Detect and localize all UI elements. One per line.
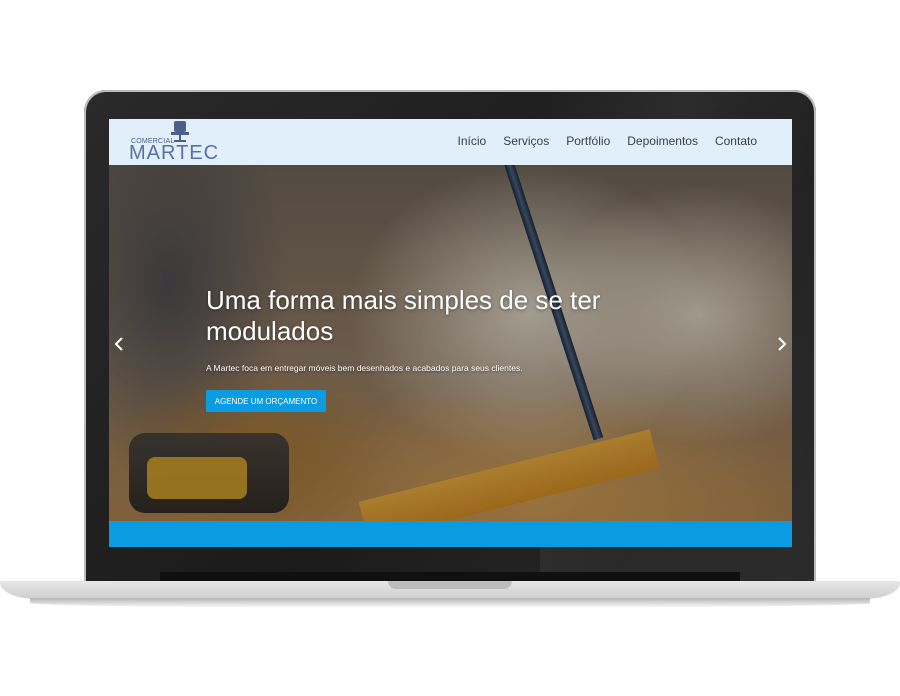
nav-link-portfolio[interactable]: Portfólio: [566, 134, 610, 148]
hero-title: Uma forma mais simples de se ter modulad…: [206, 285, 601, 346]
hero-subtitle: A Martec foca em entregar móveis bem des…: [206, 363, 523, 373]
nav-link-contato[interactable]: Contato: [715, 134, 757, 148]
chevron-right-icon[interactable]: [774, 337, 788, 351]
nav-link-depoimentos[interactable]: Depoimentos: [627, 134, 698, 148]
main-nav: Início Serviços Portfólio Depoimentos Co…: [458, 134, 757, 148]
laptop-shadow: [30, 598, 870, 608]
nav-link-servicos[interactable]: Serviços: [503, 134, 549, 148]
laptop-screen: COMERCIAL MARTEC Início Serviços Portfól…: [109, 119, 792, 547]
accent-strip: [109, 521, 792, 547]
hero-carousel: Uma forma mais simples de se ter modulad…: [109, 165, 792, 521]
laptop-notch: [388, 581, 512, 589]
site-logo[interactable]: COMERCIAL MARTEC: [127, 121, 219, 163]
nav-link-inicio[interactable]: Início: [458, 134, 487, 148]
schedule-quote-button[interactable]: AGENDE UM ORÇAMENTO: [206, 390, 326, 412]
site-navbar: COMERCIAL MARTEC Início Serviços Portfól…: [109, 119, 792, 165]
chevron-left-icon[interactable]: [113, 337, 127, 351]
logo-wordmark: MARTEC: [129, 142, 220, 164]
